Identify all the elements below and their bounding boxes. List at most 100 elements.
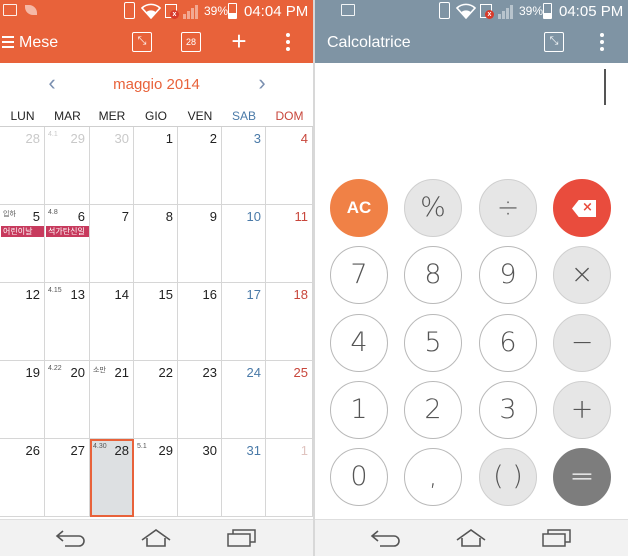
calendar-day-selected[interactable]: 4.30 28 xyxy=(90,439,134,517)
calendar-day[interactable]: 소만 21 xyxy=(90,361,134,439)
recent-apps-icon[interactable] xyxy=(539,526,573,550)
key-comma-button[interactable]: , xyxy=(404,448,462,506)
calendar-day[interactable]: 8 xyxy=(134,205,178,283)
clock: 04:05 PM xyxy=(559,3,624,20)
home-icon[interactable] xyxy=(139,526,173,550)
menu-icon[interactable] xyxy=(2,36,14,48)
overflow-menu-icon[interactable] xyxy=(599,32,605,52)
calendar-day[interactable]: 22 xyxy=(134,361,178,439)
calendar-day[interactable]: 5.1 29 xyxy=(134,439,178,517)
calendar-day[interactable]: 4.1 29 xyxy=(45,127,90,205)
calendar-day[interactable]: 4 xyxy=(266,127,313,205)
key-label: 5 xyxy=(424,327,442,358)
calendar-day[interactable]: 12 xyxy=(0,283,45,361)
backspace-x-icon: × xyxy=(582,200,593,215)
event-chip[interactable]: 어린이날 xyxy=(1,226,44,237)
key-1-button[interactable]: 1 xyxy=(330,381,388,439)
back-icon[interactable] xyxy=(53,526,87,550)
key-label: + xyxy=(570,394,594,425)
key-label: = xyxy=(569,459,595,494)
key-parentheses-button[interactable]: ( ) xyxy=(479,448,537,506)
back-icon[interactable] xyxy=(368,526,402,550)
wifi-icon xyxy=(455,3,477,22)
overflow-menu-icon[interactable] xyxy=(285,32,291,52)
calendar-day[interactable]: 26 xyxy=(0,439,45,517)
battery-percent: 39% xyxy=(204,4,229,18)
calendar-day[interactable]: 7 xyxy=(90,205,134,283)
calendar-day[interactable]: 14 xyxy=(90,283,134,361)
key-6-button[interactable]: 6 xyxy=(479,314,537,372)
calendar-day[interactable]: 18 xyxy=(266,283,313,361)
calendar-day[interactable]: 31 xyxy=(222,439,266,517)
day-number: 4 xyxy=(300,131,308,146)
key-label: ÷ xyxy=(496,192,520,223)
key-7-button[interactable]: 7 xyxy=(330,246,388,304)
calendar-day[interactable]: 입하 5 어린이날 xyxy=(0,205,45,283)
day-number: 19 xyxy=(25,365,40,380)
calculator-display[interactable] xyxy=(315,63,628,179)
key-plus-button[interactable]: + xyxy=(553,381,611,439)
key-9-button[interactable]: 9 xyxy=(479,246,537,304)
lunar-date: 4.15 xyxy=(48,287,62,294)
view-title[interactable]: Mese xyxy=(19,34,58,52)
key-8-button[interactable]: 8 xyxy=(404,246,462,304)
calendar-day[interactable]: 2 xyxy=(178,127,222,205)
calendar-day[interactable]: 4.22 20 xyxy=(45,361,90,439)
calendar-day[interactable]: 25 xyxy=(266,361,313,439)
calendar-day[interactable]: 30 xyxy=(90,127,134,205)
key-5-button[interactable]: 5 xyxy=(404,314,462,372)
key-equals-button[interactable]: = xyxy=(553,448,611,506)
calendar-day[interactable]: 4.15 13 xyxy=(45,283,90,361)
key-label: × xyxy=(570,259,594,290)
calendar-day[interactable]: 28 xyxy=(0,127,45,205)
calendar-day[interactable]: 27 xyxy=(45,439,90,517)
key-3-button[interactable]: 3 xyxy=(479,381,537,439)
event-chip[interactable]: 석가탄신일 xyxy=(46,226,89,237)
day-number: 2 xyxy=(209,131,217,146)
key-multiply-button[interactable]: × xyxy=(553,246,611,304)
calendar-day[interactable]: 19 xyxy=(0,361,45,439)
calendar-day[interactable]: 4.8 6 석가탄신일 xyxy=(45,205,90,283)
calendar-day[interactable]: 1 xyxy=(266,439,313,517)
month-navigation: ‹ maggio 2014 › xyxy=(0,63,313,105)
key-4-button[interactable]: 4 xyxy=(330,314,388,372)
calendar-day[interactable]: 1 xyxy=(134,127,178,205)
calendar-day[interactable]: 23 xyxy=(178,361,222,439)
calendar-day[interactable]: 24 xyxy=(222,361,266,439)
day-number: 17 xyxy=(246,287,261,302)
calendar-action-bar: Mese ⤡ 28 + xyxy=(0,22,313,63)
collapse-icon[interactable]: ⤡ xyxy=(132,32,152,52)
day-number: 21 xyxy=(114,365,129,380)
calendar-day[interactable]: 17 xyxy=(222,283,266,361)
key-divide-button[interactable]: ÷ xyxy=(479,179,537,237)
key-label: 7 xyxy=(350,259,368,290)
recent-apps-icon[interactable] xyxy=(224,526,258,550)
home-icon[interactable] xyxy=(454,526,488,550)
key-2-button[interactable]: 2 xyxy=(404,381,462,439)
calendar-day[interactable]: 3 xyxy=(222,127,266,205)
day-number: 28 xyxy=(114,443,129,458)
calendar-day[interactable]: 10 xyxy=(222,205,266,283)
calendar-day[interactable]: 16 xyxy=(178,283,222,361)
key-0-button[interactable]: 0 xyxy=(330,448,388,506)
calendar-day[interactable]: 15 xyxy=(134,283,178,361)
collapse-icon[interactable]: ⤡ xyxy=(544,32,564,52)
plus-icon[interactable]: + xyxy=(229,28,249,54)
calendar-today-icon[interactable]: 28 xyxy=(181,32,201,52)
key-percent-button[interactable]: % xyxy=(404,179,462,237)
calendar-day[interactable]: 30 xyxy=(178,439,222,517)
calendar-day[interactable]: 11 xyxy=(266,205,313,283)
key-backspace-button[interactable]: × xyxy=(553,179,611,237)
next-month-icon[interactable]: › xyxy=(252,71,272,95)
key-label: 8 xyxy=(424,259,442,290)
day-number: 12 xyxy=(25,287,40,302)
text-cursor xyxy=(604,69,606,105)
day-number: 13 xyxy=(70,287,85,302)
day-number: 26 xyxy=(25,443,40,458)
day-number: 15 xyxy=(158,287,173,302)
day-number: 29 xyxy=(158,443,173,458)
key-label: 1 xyxy=(350,394,368,425)
key-minus-button[interactable]: − xyxy=(553,314,611,372)
calendar-day[interactable]: 9 xyxy=(178,205,222,283)
key-clear-button[interactable]: AC xyxy=(330,179,388,237)
